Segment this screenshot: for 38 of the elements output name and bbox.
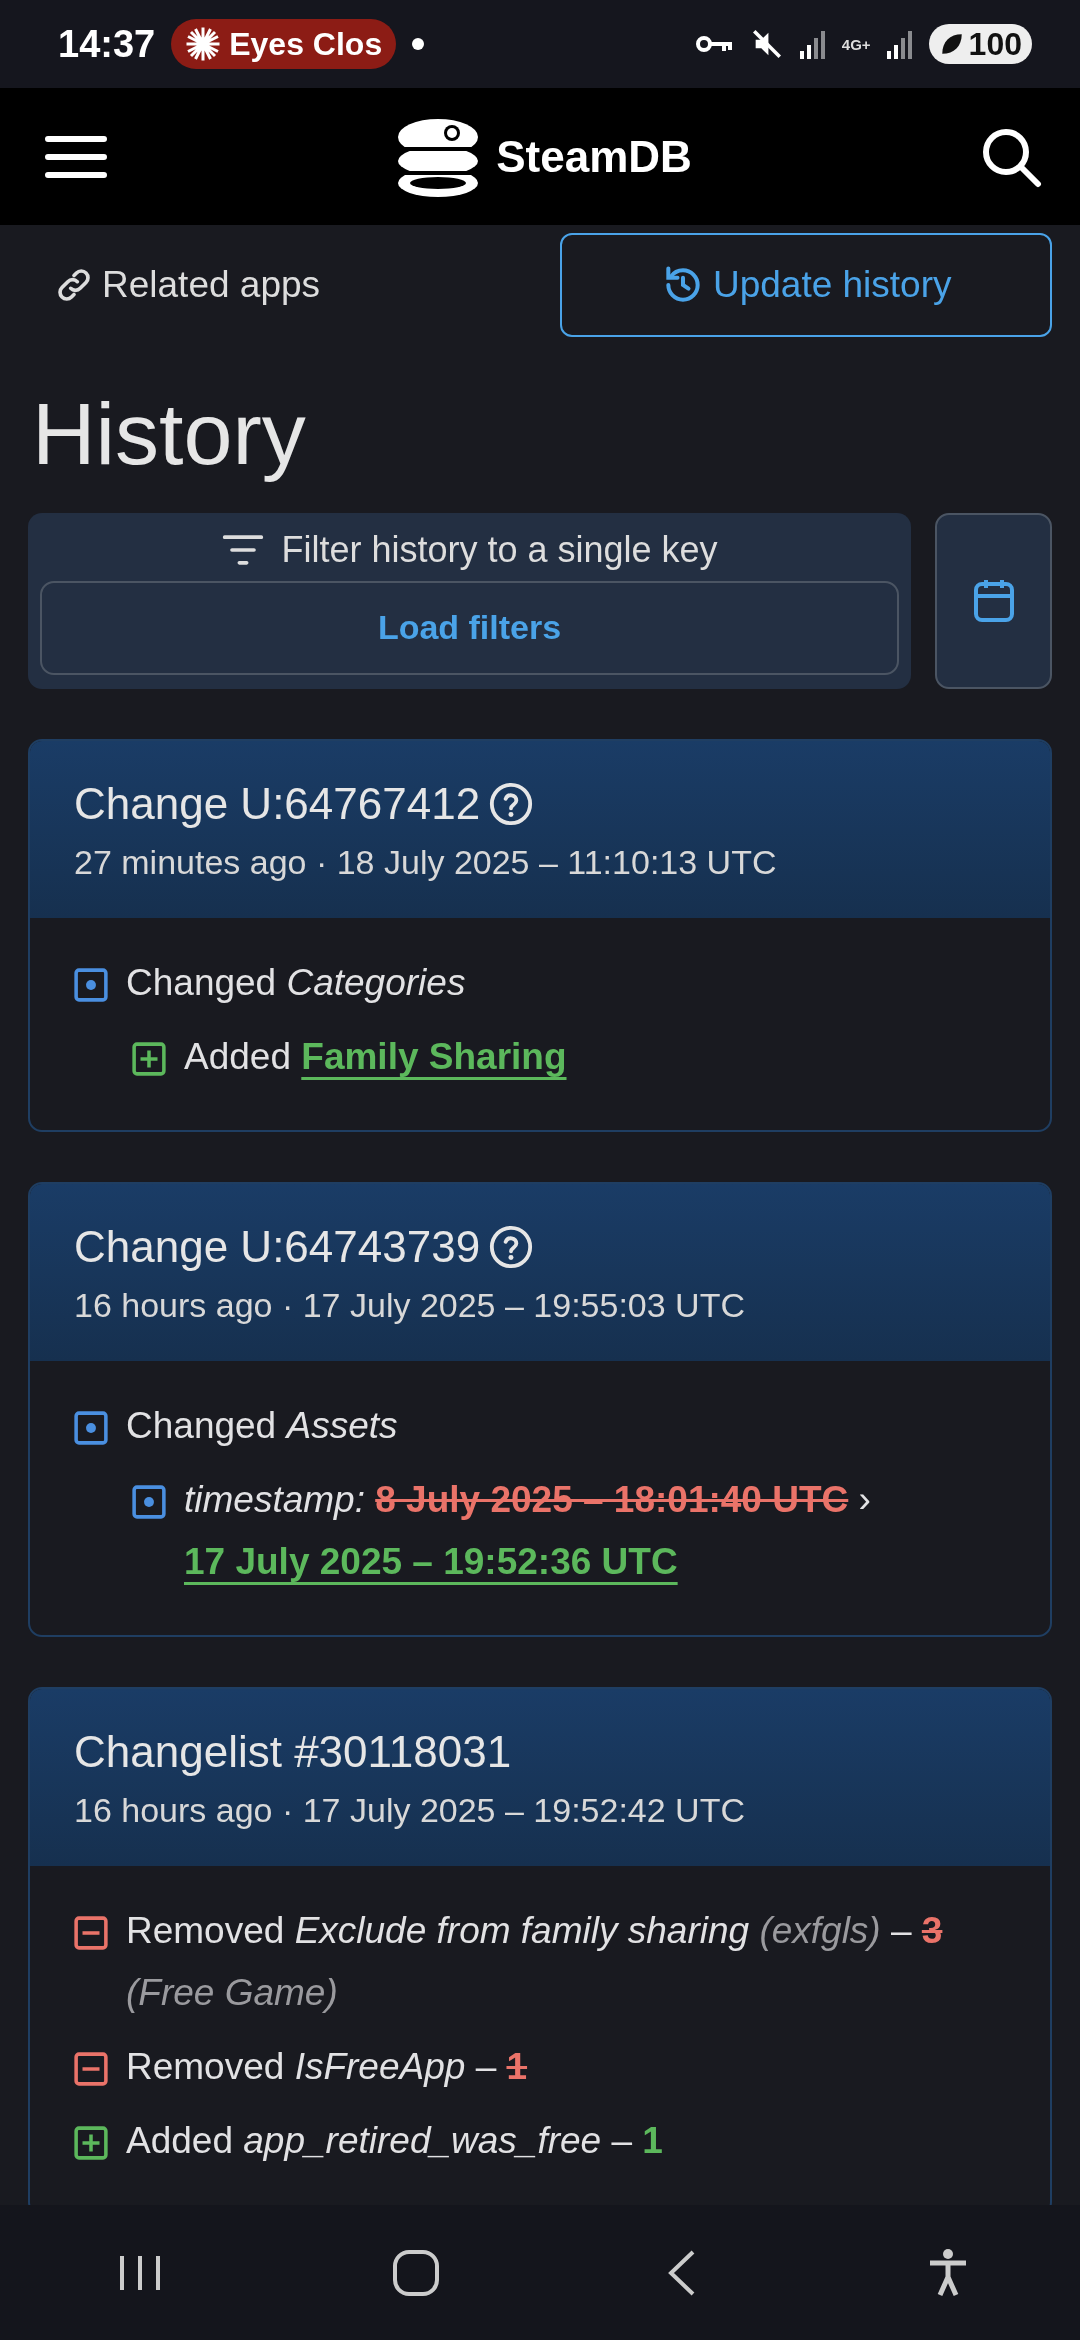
change-line: Added app_retired_was_free – 1 xyxy=(126,2118,663,2163)
change-time: 16 hours ago · 17 July 2025 – 19:52:42 UTC xyxy=(74,1789,746,1831)
page-title: History xyxy=(32,383,307,485)
minus-square-icon xyxy=(74,1915,108,1950)
calendar-button[interactable] xyxy=(935,512,1052,689)
change-title[interactable]: Change U:64743739 xyxy=(74,1213,481,1280)
notification-dot-icon xyxy=(412,38,425,50)
minus-square-icon xyxy=(74,2051,108,2086)
change-line: timestamp: 8 July 2025 – 18:01:40 UTC › 17 July 2025 – 19:52:36 UTC xyxy=(184,1477,872,1584)
signal-icon xyxy=(886,29,913,59)
plus-square-icon xyxy=(74,2125,108,2160)
load-filters-button[interactable]: Load filters xyxy=(40,580,899,675)
change-title[interactable]: Changelist #30118031 xyxy=(74,1718,512,1785)
change-line: Changed Assets xyxy=(126,1403,398,1448)
signal-icon xyxy=(799,29,826,59)
tab[interactable]: Related apps xyxy=(28,233,561,337)
clock-time: 14:37 xyxy=(58,21,156,67)
change-line: Removed IsFreeApp – 1 xyxy=(126,2044,528,2089)
value-link[interactable]: 17 July 2025 – 19:52:36 UTC xyxy=(184,1540,678,1582)
filter-label: Filter history to a single key xyxy=(281,527,718,572)
calendar-icon[interactable] xyxy=(973,577,1014,624)
change-time: 16 hours ago · 17 July 2025 – 19:55:03 UTC xyxy=(74,1284,746,1326)
change-title[interactable]: Change U:64767412 xyxy=(74,770,481,837)
brand-name[interactable]: SteamDB xyxy=(496,123,692,190)
tab[interactable]: Update history xyxy=(560,233,1052,337)
starburst-icon xyxy=(185,26,222,62)
value-link[interactable]: Family Sharing xyxy=(301,1035,567,1077)
help-icon[interactable] xyxy=(488,1223,535,1270)
change-time: 27 minutes ago · 18 July 2025 – 11:10:13 UTC xyxy=(74,841,778,883)
change-line: Added Family Sharing xyxy=(184,1034,567,1079)
network-type: 4G+ xyxy=(841,36,871,52)
change-line: Changed Categories xyxy=(126,960,466,1005)
home-icon[interactable] xyxy=(390,2247,441,2298)
plus-square-icon xyxy=(132,1041,166,1076)
change-line: Removed Exclude from family sharing (exfgls) – 3 (Free Game) xyxy=(126,1908,944,2015)
recording-pill: Eyes Clos xyxy=(171,19,397,69)
help-icon[interactable] xyxy=(488,780,535,827)
battery-level: 100 xyxy=(928,24,1032,64)
